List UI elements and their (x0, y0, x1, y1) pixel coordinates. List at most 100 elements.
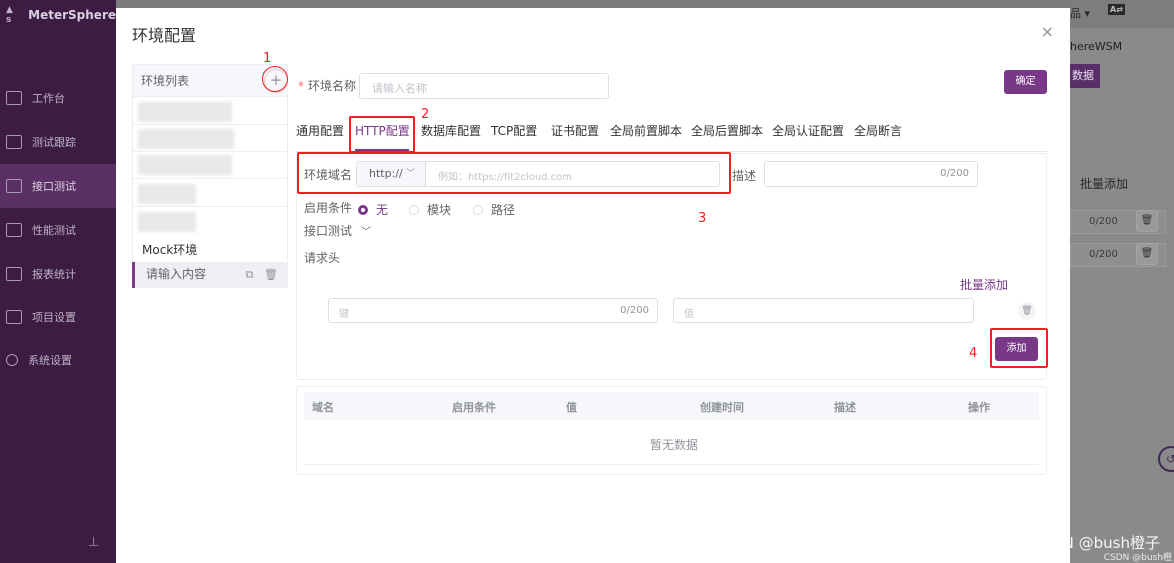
column-header-created: 创建时间 (700, 401, 744, 414)
radio-dot (473, 204, 483, 215)
item-actions: ⧉ 🗑 (246, 262, 278, 287)
app-name: MeterSphere (28, 8, 116, 22)
tab-tcp[interactable]: TCP配置 (491, 122, 537, 139)
column-header-desc: 描述 (834, 401, 856, 414)
background-trash-icon: 🗑 (1136, 210, 1158, 232)
sidebar-item-label: 工作台 (32, 92, 65, 105)
clipboard-icon (6, 135, 22, 149)
sidebar-item-system-settings[interactable]: 系统设置 (0, 338, 116, 382)
api-test-label[interactable]: 接口测试 (304, 222, 352, 239)
background-product-menu: 品 ▾ (1070, 7, 1091, 20)
mock-environment-label[interactable]: Mock环境 (142, 241, 197, 258)
env-name-input[interactable]: 请输入名称 (359, 73, 609, 99)
env-name-label-text: 环境名称 (308, 79, 357, 93)
background-workspace: hereWSM (1070, 40, 1123, 53)
sidebar-item-label: 报表统计 (32, 268, 76, 281)
list-item[interactable] (138, 102, 232, 122)
chart-icon (6, 223, 22, 237)
annotation-box (349, 116, 415, 153)
chevron-down-icon[interactable]: ﹀ (361, 223, 371, 238)
sidebar-item-project-settings[interactable]: 项目设置 (0, 295, 116, 339)
new-environment-placeholder: 请输入内容 (146, 267, 207, 281)
radio-label: 路径 (491, 203, 516, 217)
trash-icon[interactable]: 🗑 (264, 268, 278, 281)
desc-input[interactable]: 0/200 (764, 161, 978, 187)
sidebar-item-label: 接口测试 (32, 180, 76, 193)
radio-path[interactable]: 路径 (473, 201, 515, 218)
radio-label: 模块 (427, 203, 452, 217)
divider (132, 206, 288, 207)
tab-pre-script[interactable]: 全局前置脚本 (610, 122, 682, 139)
gear-icon (6, 354, 18, 366)
background-trash-icon: 🗑 (1136, 243, 1158, 265)
tab-post-script[interactable]: 全局后置脚本 (691, 122, 763, 139)
annotation-2: 2 (421, 107, 430, 122)
logo-icon: ▲ s (6, 5, 13, 25)
list-item[interactable] (138, 184, 196, 204)
divider (132, 151, 288, 152)
tab-certificate[interactable]: 证书配置 (551, 122, 599, 139)
required-mark: * (298, 79, 304, 93)
batch-add-link[interactable]: 批量添加 (960, 276, 1008, 293)
divider (132, 124, 288, 125)
annotation-box (990, 328, 1048, 368)
pin-icon[interactable]: ⊥ (88, 535, 99, 550)
empty-text: 暂无数据 (650, 438, 699, 452)
trash-icon[interactable]: 🗑 (1018, 302, 1036, 320)
sidebar-item-workbench[interactable]: 工作台 (0, 76, 116, 120)
tab-database[interactable]: 数据库配置 (421, 122, 481, 139)
watermark-small: CSDN @bush橙 (1103, 553, 1172, 563)
list-item[interactable] (138, 129, 234, 149)
language-icon: A⇄ (1108, 4, 1125, 15)
radio-none[interactable]: 无 (358, 201, 388, 218)
enable-condition-label: 启用条件 (304, 201, 353, 215)
dialog-title: 环境配置 (132, 26, 197, 45)
env-name-label: * 环境名称 (298, 77, 356, 94)
annotation-circle (262, 66, 288, 92)
column-header-condition: 启用条件 (452, 401, 496, 414)
tab-assertion[interactable]: 全局断言 (854, 122, 902, 139)
radio-dot (358, 204, 368, 215)
close-icon[interactable]: × (1041, 22, 1054, 41)
background-batch-add: 批量添加 (1080, 177, 1129, 191)
confirm-button[interactable]: 确定 (1004, 70, 1047, 94)
environment-dialog: 环境配置 × 环境列表 + Mock环境 请输入内容 ⧉ 🗑 * 环境名称 请输入… (116, 8, 1070, 563)
annotation-box (297, 152, 731, 194)
divider (304, 464, 1039, 465)
sidebar-item-api-test[interactable]: 接口测试 (0, 164, 116, 208)
sidebar-item-performance[interactable]: 性能测试 (0, 208, 116, 252)
sidebar-item-label: 测试跟踪 (32, 136, 76, 149)
tab-auth[interactable]: 全局认证配置 (772, 122, 844, 139)
table-header (304, 392, 1039, 420)
sidebar: ▲ s MeterSphere 工作台 测试跟踪 接口测试 性能测试 报表统计 … (0, 0, 116, 563)
logo: ▲ s MeterSphere (6, 5, 116, 25)
annotation-4: 4 (969, 346, 978, 361)
list-item[interactable] (138, 212, 196, 232)
new-environment-item[interactable]: 请输入内容 ⧉ 🗑 (132, 262, 288, 288)
sidebar-item-label: 系统设置 (28, 354, 72, 367)
annotation-3: 3 (698, 211, 707, 226)
list-item[interactable] (138, 155, 232, 175)
folder-icon (6, 310, 22, 324)
radio-dot (409, 204, 419, 215)
monitor-icon (6, 91, 22, 105)
copy-icon[interactable]: ⧉ (246, 268, 254, 281)
report-icon (6, 267, 22, 281)
key-counter: 0/200 (620, 305, 649, 316)
divider (132, 178, 288, 179)
radio-module[interactable]: 模块 (409, 201, 451, 218)
desc-label: 描述 (732, 169, 757, 183)
radio-label: 无 (376, 203, 389, 217)
background-data-button: 数据 (1070, 64, 1100, 88)
sidebar-item-report[interactable]: 报表统计 (0, 252, 116, 296)
header-key-input[interactable]: 键 0/200 (328, 298, 658, 323)
annotation-1: 1 (263, 51, 272, 66)
headers-label: 请求头 (304, 251, 341, 265)
column-header-value: 值 (566, 401, 577, 414)
sidebar-item-label: 项目设置 (32, 311, 76, 324)
header-value-input[interactable]: 值 (673, 298, 974, 323)
column-header-actions: 操作 (968, 401, 990, 414)
tab-general[interactable]: 通用配置 (296, 122, 344, 139)
key-placeholder: 键 (339, 309, 349, 320)
sidebar-item-test-track[interactable]: 测试跟踪 (0, 120, 116, 164)
